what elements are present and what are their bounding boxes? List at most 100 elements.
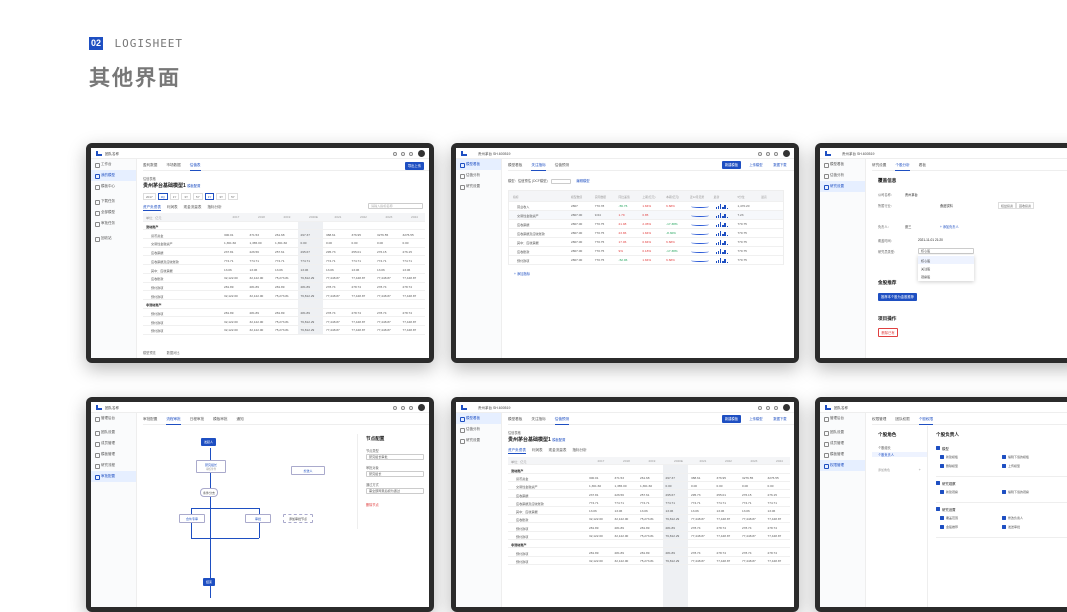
table-cell[interactable]: 75,273.81: [275, 276, 289, 280]
download-icon[interactable]: [401, 151, 405, 156]
table-cell[interactable]: 774.71: [301, 259, 310, 263]
table-cell[interactable]: 0.00: [352, 241, 358, 245]
sidebar-item[interactable]: 成员管理: [820, 438, 865, 449]
sidebar-item[interactable]: 管理后台: [820, 413, 865, 424]
table-cell[interactable]: 226.56: [250, 250, 259, 254]
column-header[interactable]: 2017: [598, 459, 605, 463]
column-header[interactable]: 模型数值: [571, 195, 582, 199]
table-cell[interactable]: 77,448.87: [352, 320, 366, 324]
column-header[interactable]: 2022: [725, 459, 732, 463]
table-cell[interactable]: 77,448.87: [768, 534, 782, 538]
table-cell[interactable]: 3276.55: [377, 233, 388, 237]
table-cell[interactable]: 77,448.87: [352, 276, 366, 280]
table-cell[interactable]: 77,448.87: [768, 559, 782, 563]
table-cell[interactable]: 774.71: [403, 259, 412, 263]
sidebar-item[interactable]: 权限管理: [820, 460, 865, 471]
table-cell[interactable]: 32,122.00: [589, 559, 603, 563]
table-cell[interactable]: 774.71: [377, 259, 386, 263]
table-cell[interactable]: 77,448.87: [717, 517, 731, 521]
table-cell[interactable]: 774.71: [326, 259, 335, 263]
table-cell[interactable]: 32,122.00: [224, 328, 238, 332]
add-icon[interactable]: +: [919, 467, 921, 472]
sheet-tab[interactable]: 指标分析: [572, 446, 586, 454]
table-cell[interactable]: 13.06: [224, 268, 232, 272]
table-cell[interactable]: 1,361.60: [224, 241, 236, 245]
dropdown-option[interactable]: 关注股: [918, 264, 974, 272]
table-row[interactable]: 预付款项 32,122.00 32,122.00 75,273.81 76,812.29…: [143, 326, 425, 335]
table-cell[interactable]: 388.61: [691, 476, 700, 480]
table-cell[interactable]: 281.89: [666, 551, 675, 555]
template-config-link[interactable]: 模板配置: [552, 438, 565, 442]
table-cell[interactable]: 281.89: [301, 285, 310, 289]
sidebar-item[interactable]: 审批任务: [91, 218, 136, 229]
table-cell[interactable]: 76,812.29: [301, 328, 315, 332]
sheet-tab[interactable]: 资产负债表: [143, 203, 161, 211]
table-cell[interactable]: 281.89: [615, 526, 624, 530]
table-cell[interactable]: 77,448.87: [403, 276, 417, 280]
table-cell[interactable]: 278.74: [742, 551, 751, 555]
table-cell[interactable]: 0.00: [742, 484, 748, 488]
column-header[interactable]: 单位：亿元: [146, 215, 161, 220]
table-cell[interactable]: 77,448.87: [326, 276, 340, 280]
tab[interactable]: 研究设置: [872, 159, 886, 171]
table-row[interactable]: 其中：应收票据 13.06 13.06 13.06 13.06 13.06 13.06 13.…: [143, 265, 425, 274]
tab[interactable]: 模型看板: [508, 413, 522, 425]
table-cell[interactable]: 237.81: [224, 250, 233, 254]
avatar[interactable]: [783, 404, 790, 411]
tab[interactable]: 个股分析: [895, 159, 910, 171]
table-row[interactable]: 非流动资产: [143, 300, 425, 309]
table-cell[interactable]: 76,812.29: [301, 320, 315, 324]
column-header[interactable]: 单位：亿元: [511, 459, 526, 464]
table-cell[interactable]: 276.15: [768, 493, 777, 497]
table-row[interactable]: 营业收入 2807 770.78 -56.76 1.84% 6.68% 1,470.20: [509, 202, 783, 211]
table-cell[interactable]: 281.89: [589, 551, 598, 555]
sidebar-item[interactable]: 审批配置: [91, 471, 136, 482]
table-row[interactable]: 预付款项 281.89 281.89 281.89 281.89 278.74 278.74…: [143, 309, 425, 318]
checkbox[interactable]: [940, 464, 944, 468]
table-cell[interactable]: 257.61: [640, 493, 649, 497]
pass-mode-select[interactable]: 需全部同意后视为通过: [366, 488, 424, 494]
column-header[interactable]: 2021: [335, 215, 342, 219]
add-role-link[interactable]: 添加角色: [878, 468, 890, 472]
checkbox[interactable]: [940, 516, 944, 520]
avatar[interactable]: [783, 150, 790, 157]
table-cell[interactable]: 255.01: [717, 493, 726, 497]
sheet-tab[interactable]: 利润表: [167, 203, 178, 211]
table-cell[interactable]: 774.71: [691, 501, 700, 505]
table-cell[interactable]: 376.95: [352, 233, 361, 237]
sidebar-item[interactable]: 我的模型: [91, 170, 136, 181]
footer-link[interactable]: 模型预览: [143, 351, 156, 355]
table-cell[interactable]: 774.71: [768, 501, 777, 505]
table-cell[interactable]: 278.74: [403, 311, 412, 315]
column-header[interactable]: 近12月走势: [690, 195, 704, 199]
column-header[interactable]: 同比差值: [619, 195, 630, 199]
table-cell[interactable]: 281.89: [666, 526, 675, 530]
table-cell[interactable]: 281.89: [589, 526, 598, 530]
avatar[interactable]: [418, 150, 425, 157]
sidebar-item[interactable]: 模型看板: [456, 159, 501, 170]
table-cell[interactable]: 276.15: [403, 250, 412, 254]
table-cell[interactable]: 278.74: [717, 551, 726, 555]
table-cell[interactable]: 77,448.87: [691, 559, 705, 563]
column-header[interactable]: 最高: [761, 195, 767, 199]
table-cell[interactable]: 297.37: [666, 476, 675, 480]
table-cell[interactable]: 281.89: [640, 526, 649, 530]
column-header[interactable]: 2019: [284, 215, 291, 219]
table-cell[interactable]: 77,448.87: [326, 294, 340, 298]
table-cell[interactable]: 76,812.29: [301, 294, 315, 298]
column-header[interactable]: 5分位: [737, 195, 744, 199]
table-row[interactable]: 应收票据 237.81 226.56 257.61 295.67 295.73 255.01…: [143, 248, 425, 257]
checkbox[interactable]: [940, 490, 944, 494]
tab[interactable]: 模型看板: [508, 159, 522, 171]
table-cell[interactable]: 1,361.60: [275, 241, 287, 245]
table-cell[interactable]: 13.06: [403, 268, 411, 272]
delete-node-link[interactable]: 删除节点: [366, 502, 379, 507]
table-row[interactable]: 非流动资产: [508, 540, 790, 549]
table-row[interactable]: 其中：应收票据 13.06 13.06 13.06 13.06 13.06 13.06 13.…: [508, 507, 790, 516]
tab[interactable]: 日程审批: [190, 413, 204, 425]
sheet-tab[interactable]: 现金流量表: [549, 446, 567, 454]
sidebar-item[interactable]: 估值分析: [820, 170, 865, 181]
sidebar-item[interactable]: 估值分析: [456, 170, 501, 181]
table-cell[interactable]: 77,448.87: [742, 534, 756, 538]
download-icon[interactable]: [766, 151, 770, 156]
